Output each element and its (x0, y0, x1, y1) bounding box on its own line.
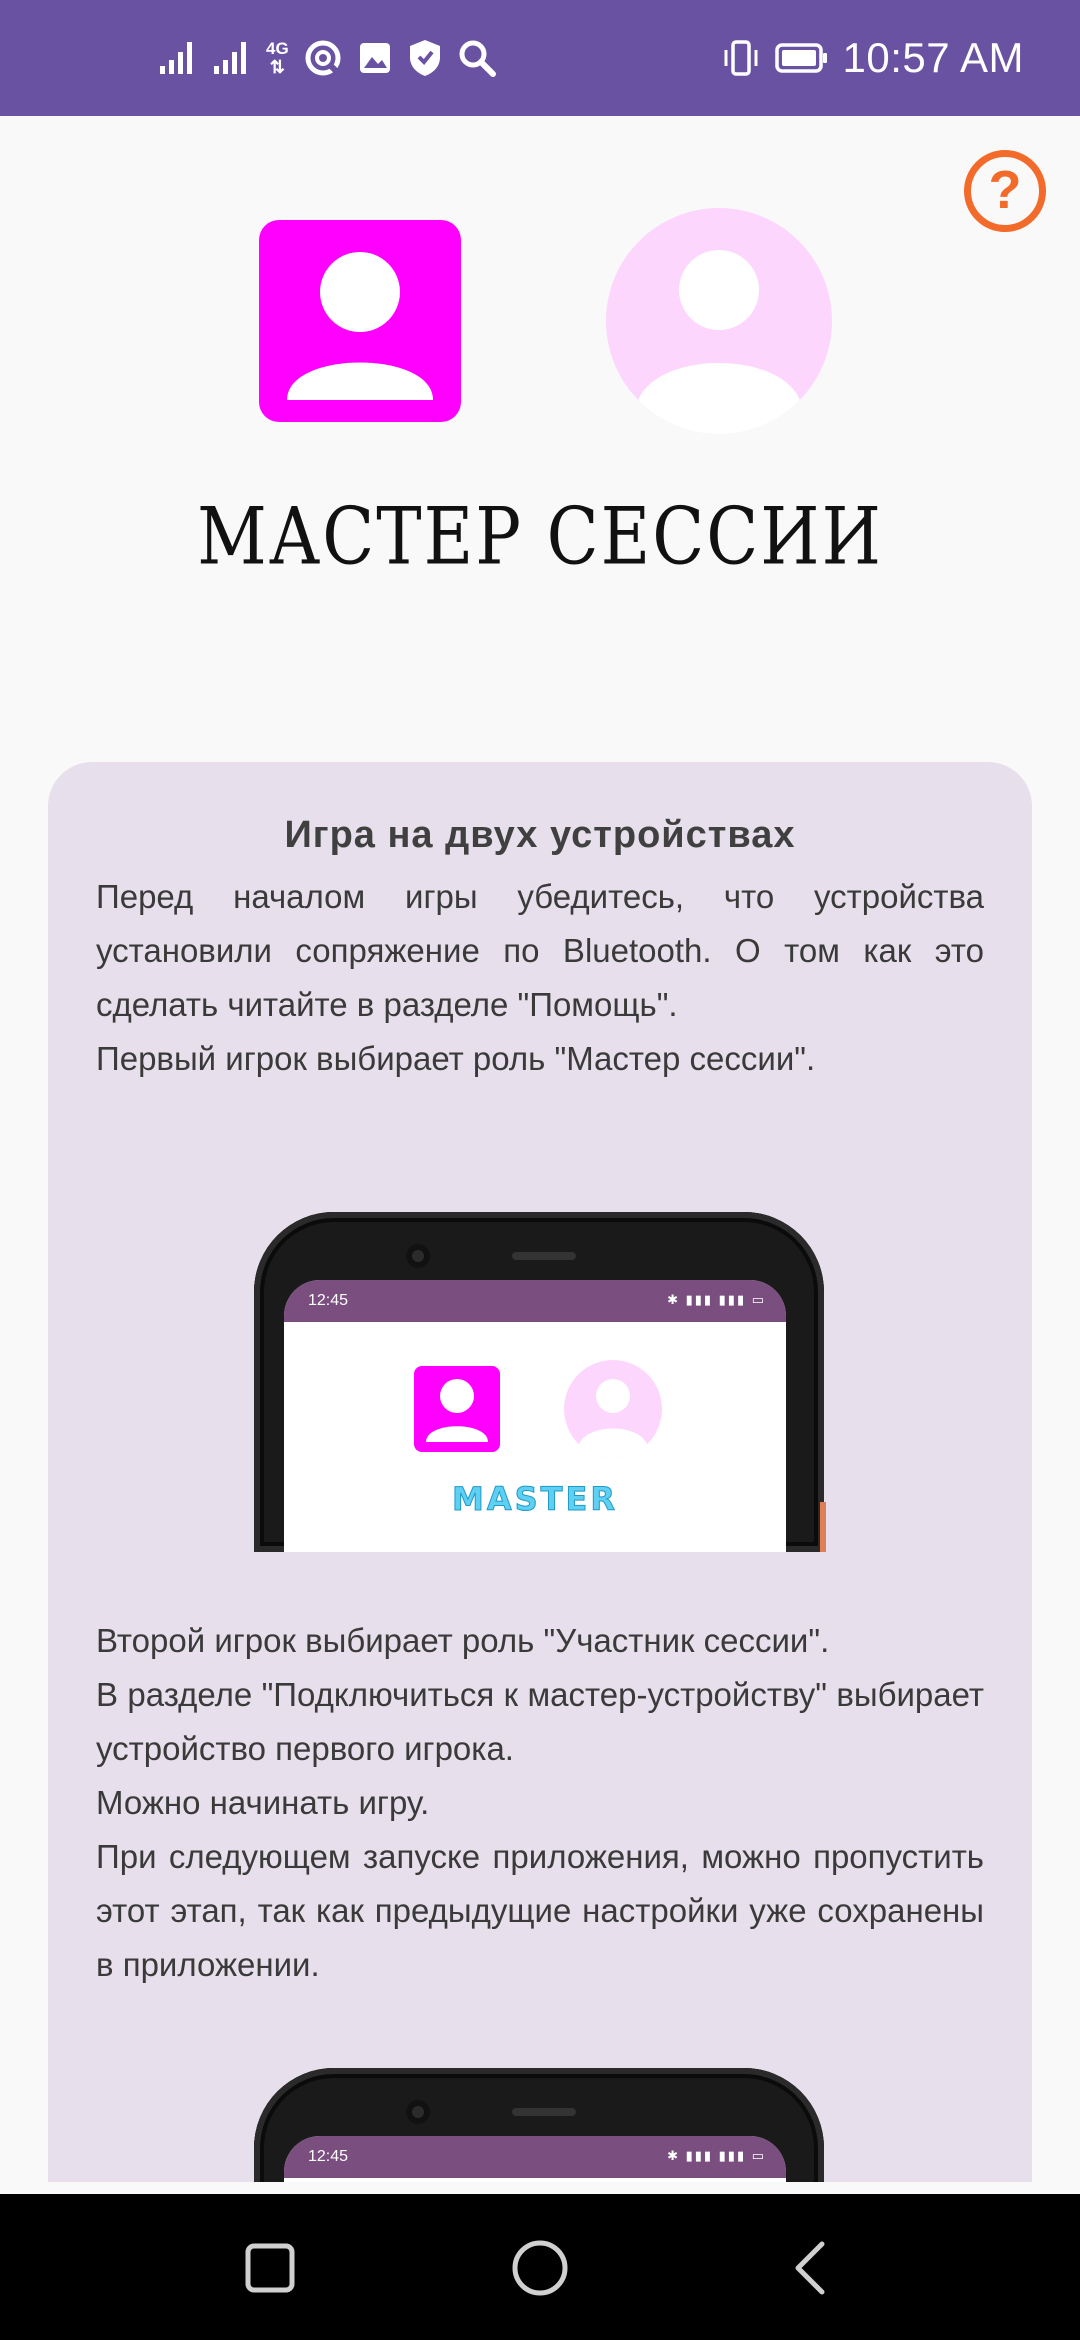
role-participant-button[interactable] (606, 208, 832, 434)
back-button[interactable] (772, 2230, 848, 2306)
phone-side-accent (820, 1502, 826, 1552)
status-icons-right: 10:57 AM (721, 30, 1024, 86)
selected-role-title: МАСТЕР СЕССИИ (197, 492, 883, 583)
navigation-bar (0, 2194, 1080, 2340)
user-circle-icon (636, 250, 802, 434)
battery-icon (774, 43, 827, 73)
home-button[interactable] (502, 2230, 578, 2306)
user-square-icon (287, 252, 433, 400)
step2-text: Второй игрок выбирает роль "Участник сес… (96, 1622, 830, 1659)
phone-statusbar: 12:45 ✱ ▮▮▮ ▮▮▮ ▭ (284, 2136, 786, 2178)
status-time: 10:57 AM (842, 34, 1024, 81)
card-title: Игра на двух устройствах (284, 814, 796, 856)
help-button[interactable]: ? (964, 150, 1046, 232)
sync-icon (305, 40, 341, 76)
status-bar: 4G ⇅ 10:57 AM (0, 0, 1080, 116)
two-device-info-card: Игра на двух устройствах Перед началом и… (48, 762, 1032, 2182)
vibrate-icon (724, 40, 758, 76)
phone-camera (406, 1244, 430, 1268)
phone-status-icons: ✱ ▮▮▮ ▮▮▮ ▭ (667, 1292, 766, 1307)
step3-text: В разделе "Подключиться к мастер-устройс… (96, 1676, 984, 1767)
step1-text: Первый игрок выбирает роль "Мастер сесси… (96, 1040, 816, 1077)
signal-icon (160, 42, 192, 74)
phone-time: 12:45 (308, 2148, 349, 2165)
circle-icon (512, 2240, 568, 2296)
phone-screen: 12:45 ✱ ▮▮▮ ▮▮▮ ▭ MASTER (284, 1280, 786, 1552)
back-chevron-icon (795, 2241, 825, 2295)
phone-speaker (512, 1252, 576, 1260)
help-circle-icon: ? (988, 160, 1022, 220)
phone-status-icons: ✱ ▮▮▮ ▮▮▮ ▭ (667, 2148, 766, 2163)
network-4g-label: 4G (266, 39, 289, 58)
phone-speaker (512, 2108, 576, 2116)
search-icon (459, 40, 496, 77)
phone-camera (406, 2100, 430, 2124)
phone-illustration: 12:45 ✱ ▮▮▮ ▮▮▮ ▭ MASTER (254, 1212, 826, 1552)
shield-icon (409, 40, 440, 76)
recent-apps-button[interactable] (232, 2230, 308, 2306)
phone-screen: 12:45 ✱ ▮▮▮ ▮▮▮ ▭ (284, 2136, 786, 2182)
phone-illustration-2: 12:45 ✱ ▮▮▮ ▮▮▮ ▭ (254, 2068, 824, 2182)
role-master-button[interactable] (259, 220, 461, 422)
square-icon (245, 2243, 295, 2293)
step4-text: Можно начинать игру. (96, 1784, 430, 1821)
mini-master-label: MASTER (452, 1480, 618, 1519)
mini-participant-icon (564, 1360, 662, 1458)
phone-statusbar: 12:45 ✱ ▮▮▮ ▮▮▮ ▭ (284, 1280, 786, 1322)
signal-icon (214, 42, 246, 74)
intro-text: Перед началом игры убедитесь, что устрой… (96, 878, 984, 1023)
phone-time: 12:45 (308, 1292, 349, 1309)
status-icons-left: 4G ⇅ (158, 36, 497, 80)
image-icon (359, 43, 390, 73)
mini-master-icon (414, 1366, 500, 1452)
step5-text: При следующем запуске приложения, можно … (96, 1838, 984, 1983)
network-4g-icon: 4G ⇅ (266, 39, 289, 77)
